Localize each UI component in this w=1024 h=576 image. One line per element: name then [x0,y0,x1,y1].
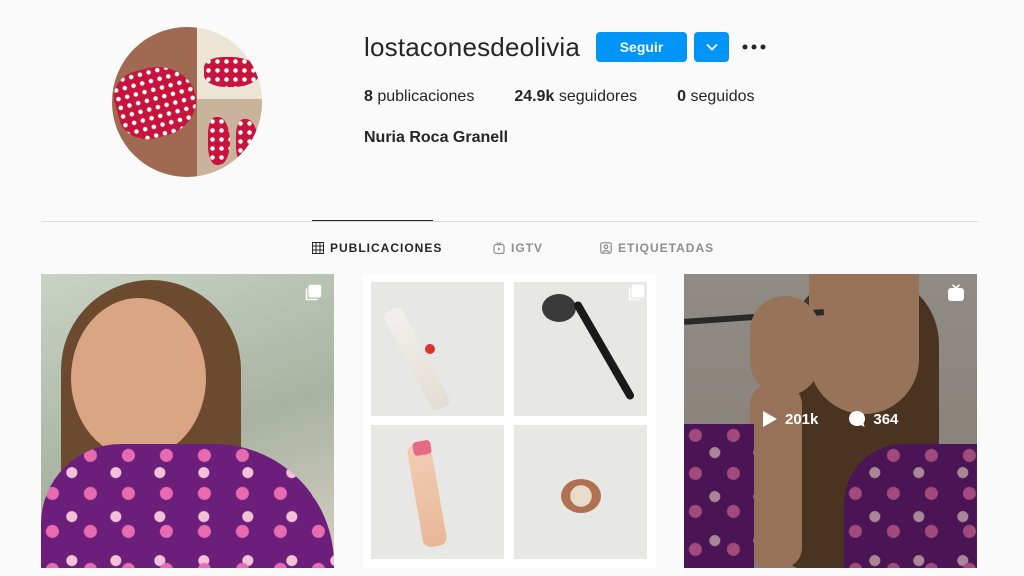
avatar-shoe-small [204,57,260,87]
collage-tile-makeup-brush [514,282,647,416]
post-engagement-stats: 201k 364 [762,410,928,428]
concealer-tube-shape [406,441,448,549]
cream-tube-logo [425,344,435,354]
brush-head [542,294,576,322]
avatar-shoe-left [208,117,230,165]
profile-avatar[interactable] [112,27,262,177]
post-thumbnail-3[interactable]: 201k 364 [684,274,977,568]
suggestions-dropdown-button[interactable] [694,32,729,62]
post-thumbnail-1[interactable] [41,274,334,568]
profile-full-name: Nuria Roca Granell [364,129,509,146]
followers-count[interactable]: 24.9k seguidores [514,88,637,106]
post-thumbnail-2[interactable] [363,274,656,568]
play-icon [763,411,777,427]
brush-handle [572,300,636,401]
cream-tube-shape [382,305,452,413]
views-stat: 201k [762,410,818,428]
following-count[interactable]: 0 seguidos [677,88,754,106]
tab-publicaciones[interactable]: PUBLICACIONES [312,241,442,255]
collage-tile-compact [514,425,647,559]
compact-jar-shape [561,479,601,513]
igtv-icon [948,284,964,301]
tab-igtv[interactable]: IGTV [493,241,543,255]
avatar-shoe-right [236,119,258,165]
tab-etiquetadas[interactable]: ETIQUETADAS [600,241,714,255]
more-options-button[interactable] [740,33,768,61]
collage-tile-cream-tube [371,282,504,416]
tagged-icon [600,242,612,254]
comments-stat: 364 [848,410,898,428]
igtv-icon [493,242,505,254]
follow-button[interactable]: Seguir [596,32,687,62]
collage-tile-concealer [371,425,504,559]
post1-robe [41,444,334,568]
post1-face [71,298,206,458]
profile-stats: 8 publicaciones 24.9k seguidores 0 segui… [364,88,795,106]
grid-icon [312,242,324,254]
carousel-icon [305,284,322,301]
profile-username: lostaconesdeolivia [364,32,581,62]
tabs-divider [41,221,978,222]
comment-icon [849,411,866,427]
more-dots-icon [742,44,766,50]
posts-count: 8 publicaciones [364,88,475,105]
chevron-down-icon [705,43,718,51]
carousel-icon [628,284,645,301]
active-tab-indicator [312,220,433,221]
